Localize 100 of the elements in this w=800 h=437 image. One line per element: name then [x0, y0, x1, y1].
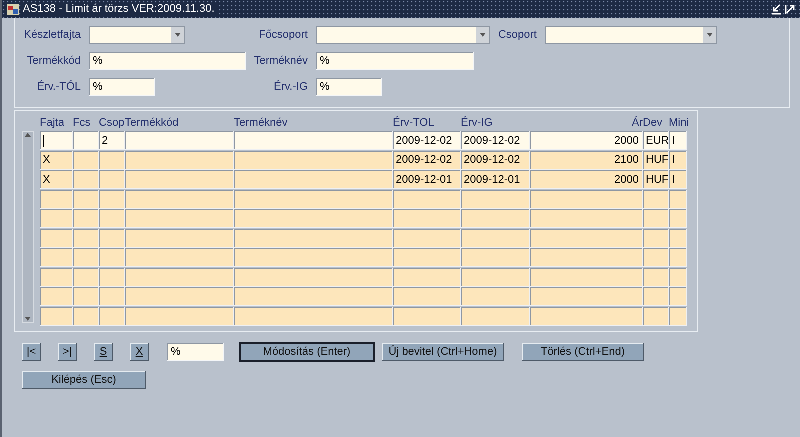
table-cell[interactable] — [530, 248, 643, 267]
text-field[interactable]: % — [316, 78, 382, 96]
action-button[interactable]: Módosítás (Enter) — [240, 343, 374, 361]
table-cell[interactable] — [73, 228, 99, 248]
table-cell[interactable] — [461, 287, 530, 306]
table-cell[interactable] — [40, 306, 73, 326]
table-cell[interactable]: 2009-12-02 — [393, 150, 461, 170]
table-cell[interactable]: I — [669, 150, 687, 170]
table-cell[interactable] — [393, 248, 461, 267]
table-cell[interactable] — [125, 209, 234, 228]
table-cell[interactable]: X — [40, 150, 73, 170]
dropdown-arrow-icon[interactable] — [174, 32, 182, 38]
table-cell[interactable] — [530, 190, 643, 208]
table-cell[interactable] — [393, 190, 461, 208]
table-cell[interactable] — [73, 190, 99, 208]
minimize-icon[interactable] — [771, 4, 782, 14]
table-cell[interactable] — [40, 268, 73, 286]
table-cell[interactable] — [461, 228, 530, 248]
table-cell[interactable] — [40, 209, 73, 228]
table-cell[interactable] — [234, 268, 393, 286]
table-cell[interactable] — [669, 209, 687, 228]
table-cell[interactable] — [461, 248, 530, 267]
table-cell[interactable] — [73, 268, 99, 286]
table-cell[interactable] — [125, 150, 234, 170]
table-cell[interactable] — [643, 287, 669, 306]
table-cell[interactable] — [669, 228, 687, 248]
scroll-down-icon[interactable] — [24, 316, 32, 322]
table-cell[interactable] — [530, 287, 643, 306]
table-cell[interactable] — [40, 287, 73, 306]
scroll-up-icon[interactable] — [24, 132, 32, 138]
table-cell[interactable] — [643, 190, 669, 208]
table-cell[interactable]: 2100 — [530, 150, 643, 170]
table-cell[interactable] — [234, 209, 393, 228]
table-cell[interactable] — [669, 306, 687, 326]
table-cell[interactable] — [99, 287, 125, 306]
table-cell[interactable] — [234, 228, 393, 248]
table-cell[interactable]: X — [40, 170, 73, 189]
nav-button[interactable]: >| — [58, 343, 77, 361]
exit-button[interactable]: Kilépés (Esc) — [22, 371, 146, 389]
table-cell[interactable] — [73, 306, 99, 326]
table-cell[interactable] — [669, 287, 687, 306]
action-button[interactable]: Törlés (Ctrl+End) — [522, 343, 644, 361]
nav-button[interactable]: S — [94, 343, 113, 361]
table-cell[interactable] — [643, 209, 669, 228]
table-cell[interactable] — [393, 306, 461, 326]
table-cell[interactable] — [99, 150, 125, 170]
table-cell[interactable] — [669, 248, 687, 267]
table-cell[interactable]: 2 — [99, 131, 125, 150]
table-cell[interactable] — [40, 131, 73, 150]
table-cell[interactable] — [73, 209, 99, 228]
maximize-icon[interactable] — [785, 4, 796, 14]
table-cell[interactable] — [234, 170, 393, 189]
table-cell[interactable]: 2009-12-02 — [461, 131, 530, 150]
table-cell[interactable]: 2009-12-02 — [393, 131, 461, 150]
table-cell[interactable] — [234, 287, 393, 306]
table-cell[interactable] — [99, 248, 125, 267]
table-cell[interactable] — [234, 248, 393, 267]
table-cell[interactable] — [669, 268, 687, 286]
table-cell[interactable] — [73, 287, 99, 306]
table-cell[interactable] — [530, 268, 643, 286]
table-cell[interactable] — [643, 306, 669, 326]
search-field[interactable]: % — [167, 343, 224, 361]
table-cell[interactable] — [99, 190, 125, 208]
table-cell[interactable] — [530, 209, 643, 228]
text-field[interactable]: % — [316, 52, 474, 70]
table-cell[interactable] — [643, 248, 669, 267]
table-cell[interactable] — [125, 131, 234, 150]
table-cell[interactable]: 2000 — [530, 170, 643, 189]
table-cell[interactable] — [73, 131, 99, 150]
table-cell[interactable]: EUR — [643, 131, 669, 150]
table-cell[interactable] — [669, 190, 687, 208]
text-field[interactable]: % — [89, 78, 155, 96]
table-cell[interactable]: 2000 — [530, 131, 643, 150]
table-cell[interactable] — [99, 306, 125, 326]
table-cell[interactable] — [643, 228, 669, 248]
table-cell[interactable] — [99, 228, 125, 248]
nav-button[interactable]: X — [130, 343, 149, 361]
table-cell[interactable]: I — [669, 131, 687, 150]
table-cell[interactable] — [99, 209, 125, 228]
table-cell[interactable] — [234, 190, 393, 208]
table-cell[interactable] — [461, 268, 530, 286]
table-cell[interactable] — [73, 248, 99, 267]
table-cell[interactable] — [40, 228, 73, 248]
table-cell[interactable] — [461, 306, 530, 326]
table-cell[interactable] — [393, 228, 461, 248]
table-cell[interactable] — [234, 306, 393, 326]
table-cell[interactable] — [234, 131, 393, 150]
table-cell[interactable] — [99, 268, 125, 286]
dropdown-arrow-icon[interactable] — [478, 32, 486, 38]
table-cell[interactable] — [461, 209, 530, 228]
action-button[interactable]: Új bevitel (Ctrl+Home) — [382, 343, 504, 361]
table-cell[interactable]: 2009-12-01 — [461, 170, 530, 189]
table-cell[interactable] — [40, 248, 73, 267]
table-cell[interactable] — [530, 306, 643, 326]
table-cell[interactable]: HUF — [643, 150, 669, 170]
table-cell[interactable] — [643, 268, 669, 286]
nav-button[interactable]: |< — [22, 343, 41, 361]
table-cell[interactable] — [530, 228, 643, 248]
table-cell[interactable] — [73, 150, 99, 170]
dropdown-arrow-icon[interactable] — [706, 32, 714, 38]
